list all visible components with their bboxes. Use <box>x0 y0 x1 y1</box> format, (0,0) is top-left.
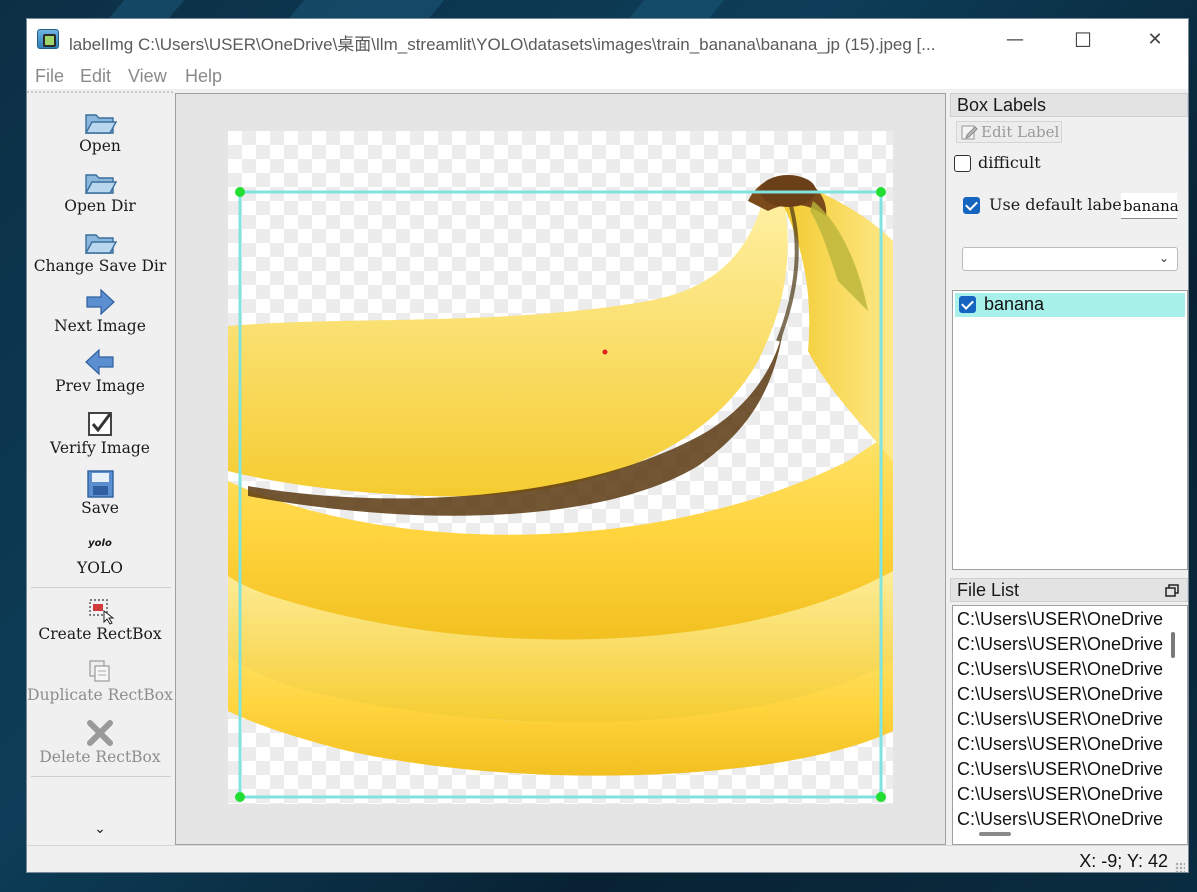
yolo-label: YOLO <box>77 559 123 577</box>
duplicate-rectbox-label: Duplicate RectBox <box>27 686 173 704</box>
chevron-down-icon: ⌄ <box>1158 251 1169 265</box>
delete-x-icon <box>87 720 113 746</box>
label-item-checkbox[interactable] <box>959 296 976 313</box>
arrow-right-icon <box>86 288 115 316</box>
file-list-item[interactable]: C:\Users\USER\OneDrive <box>957 734 1163 755</box>
change-save-dir-button[interactable]: Change Save Dir <box>27 227 173 275</box>
minimize-button[interactable]: — <box>995 27 1035 53</box>
verify-check-icon <box>88 412 112 436</box>
menu-bar: File Edit View Help <box>27 61 1188 89</box>
open-button[interactable]: Open <box>27 107 173 155</box>
window-title: labelImg C:\Users\USER\OneDrive\桌面\llm_s… <box>69 35 936 54</box>
file-list-item[interactable]: C:\Users\USER\OneDrive <box>957 609 1163 630</box>
file-list-title: File List <box>950 578 1188 602</box>
prev-image-label: Prev Image <box>55 377 145 395</box>
menu-help[interactable]: Help <box>185 66 222 87</box>
menu-file[interactable]: File <box>35 66 64 87</box>
edit-pencil-icon <box>961 125 978 140</box>
next-image-button[interactable]: Next Image <box>27 287 173 335</box>
label-list-item[interactable]: banana <box>955 293 1185 317</box>
yolo-button[interactable]: yolo YOLO <box>27 533 173 577</box>
arrow-left-icon <box>85 348 114 376</box>
file-list-vscroll[interactable] <box>1171 632 1175 658</box>
box-handle-top-right[interactable] <box>876 187 886 197</box>
file-list-title-text: File List <box>957 580 1020 600</box>
toolbar-divider <box>31 587 171 588</box>
open-dir-button[interactable]: Open Dir <box>27 167 173 215</box>
float-dock-icon[interactable] <box>1165 584 1179 598</box>
difficult-checkbox[interactable] <box>954 155 971 172</box>
labelimg-window: labelImg C:\Users\USER\OneDrive\桌面\llm_s… <box>26 18 1189 873</box>
label-combo[interactable]: ⌄ <box>962 247 1178 271</box>
toolbar: Open Open Dir Change Save Dir Next Image <box>27 91 173 845</box>
maximize-button[interactable]: ☐ <box>1063 27 1103 53</box>
resize-grip[interactable] <box>1175 862 1185 872</box>
open-dir-label: Open Dir <box>64 197 136 215</box>
label-item-text: banana <box>984 294 1045 314</box>
file-list-item[interactable]: C:\Users\USER\OneDrive <box>957 634 1163 655</box>
next-image-label: Next Image <box>54 317 146 335</box>
file-list[interactable]: C:\Users\USER\OneDrive C:\Users\USER\One… <box>952 605 1188 845</box>
save-button[interactable]: Save <box>27 469 173 517</box>
delete-rectbox-button[interactable]: Delete RectBox <box>27 718 173 766</box>
default-label-input[interactable]: banana <box>1121 193 1179 219</box>
file-list-item[interactable]: C:\Users\USER\OneDrive <box>957 784 1163 805</box>
use-default-label-checkbox[interactable] <box>963 197 980 214</box>
file-list-item[interactable]: C:\Users\USER\OneDrive <box>957 684 1163 705</box>
file-list-item[interactable]: C:\Users\USER\OneDrive <box>957 659 1163 680</box>
menu-view[interactable]: View <box>128 66 167 87</box>
prev-image-button[interactable]: Prev Image <box>27 347 173 395</box>
save-disk-icon <box>87 470 114 498</box>
file-list-item[interactable]: C:\Users\USER\OneDrive <box>957 809 1163 830</box>
toolbar-divider <box>31 776 171 777</box>
menu-edit[interactable]: Edit <box>80 66 111 87</box>
label-list[interactable]: banana <box>952 290 1188 570</box>
create-rectbox-label: Create RectBox <box>38 625 162 643</box>
banana-image <box>228 131 893 804</box>
bounding-box-overlay[interactable] <box>228 131 893 804</box>
chevron-down-icon: ⌄ <box>94 821 106 837</box>
duplicate-rectbox-button[interactable]: Duplicate RectBox <box>27 656 173 704</box>
verify-image-label: Verify Image <box>50 439 150 457</box>
create-rect-icon <box>89 599 115 625</box>
change-save-dir-label: Change Save Dir <box>33 257 167 275</box>
status-bar: X: -9; Y: 42 <box>27 845 1188 872</box>
toolbar-extension-button[interactable]: ⌄ <box>27 821 173 837</box>
box-handle-bottom-right[interactable] <box>876 792 886 802</box>
folder-open-icon <box>84 174 117 194</box>
delete-rectbox-label: Delete RectBox <box>39 748 161 766</box>
image-canvas[interactable] <box>175 93 946 845</box>
verify-image-button[interactable]: Verify Image <box>27 409 173 457</box>
edit-label-text: Edit Label <box>981 123 1060 141</box>
file-list-item[interactable]: C:\Users\USER\OneDrive <box>957 709 1163 730</box>
duplicate-icon <box>89 660 110 682</box>
difficult-label: difficult <box>978 153 1041 172</box>
use-default-label-text: Use default label <box>989 195 1127 214</box>
file-list-hscroll[interactable] <box>979 832 1011 836</box>
box-labels-title: Box Labels <box>950 93 1188 117</box>
save-label: Save <box>81 499 119 517</box>
close-button[interactable]: ✕ <box>1135 27 1175 53</box>
yolo-format-icon: yolo <box>88 538 112 549</box>
title-bar: labelImg C:\Users\USER\OneDrive\桌面\llm_s… <box>27 19 1188 61</box>
box-handle-bottom-left[interactable] <box>235 792 245 802</box>
open-label: Open <box>79 137 121 155</box>
file-list-item[interactable]: C:\Users\USER\OneDrive <box>957 759 1163 780</box>
create-rectbox-button[interactable]: Create RectBox <box>27 595 173 643</box>
folder-open-icon <box>84 114 117 134</box>
app-icon <box>37 29 59 49</box>
box-handle-top-left[interactable] <box>235 187 245 197</box>
bounding-box[interactable] <box>238 190 883 799</box>
folder-open-icon <box>84 234 117 254</box>
cursor-coordinates: X: -9; Y: 42 <box>1079 851 1168 871</box>
right-dock: Box Labels Edit Label difficult Use defa… <box>950 93 1188 845</box>
edit-label-button[interactable]: Edit Label <box>956 121 1062 143</box>
cursor-point <box>602 349 608 355</box>
